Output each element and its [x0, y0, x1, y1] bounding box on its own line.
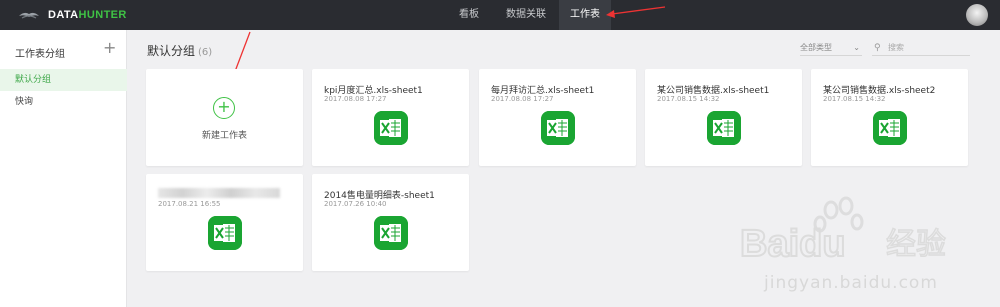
new-worksheet-card[interactable]: + 新建工作表	[146, 69, 303, 166]
worksheet-card[interactable]: 2014售电量明细表-sheet1 2017.07.26 10:40	[312, 174, 469, 271]
search-input[interactable]: ⚲ 搜索	[872, 40, 970, 56]
excel-icon	[374, 216, 408, 250]
add-icon: +	[213, 97, 235, 119]
logo[interactable]: DATAHUNTER	[18, 7, 127, 23]
top-bar: DATAHUNTER 看板 数据关联 工作表	[0, 0, 1000, 30]
sidebar-title: 工作表分组	[15, 49, 65, 60]
type-filter-select[interactable]: 全部类型 ⌄	[800, 40, 862, 56]
excel-icon	[541, 111, 575, 145]
worksheet-card[interactable]: 2017.08.21 16:55	[146, 174, 303, 271]
worksheet-date: 2017.08.21 16:55	[158, 200, 221, 208]
new-worksheet-label: 新建工作表	[201, 131, 247, 141]
blurred-title	[158, 188, 280, 198]
group-count: (6)	[198, 47, 213, 58]
excel-icon	[208, 216, 242, 250]
worksheet-card[interactable]: 某公司销售数据.xls-sheet2 2017.08.15 14:32	[811, 69, 968, 166]
plus-icon[interactable]: +	[103, 40, 116, 56]
worksheet-date: 2017.08.08 17:27	[324, 95, 387, 103]
search-icon: ⚲	[874, 43, 881, 53]
worksheet-date: 2017.07.26 10:40	[324, 200, 387, 208]
chevron-down-icon: ⌄	[853, 43, 860, 52]
worksheet-card[interactable]: 某公司销售数据.xls-sheet1 2017.08.15 14:32	[645, 69, 802, 166]
nav-worksheet[interactable]: 工作表	[559, 0, 611, 30]
nav-dashboard[interactable]: 看板	[446, 0, 492, 30]
worksheet-date: 2017.08.08 17:27	[491, 95, 554, 103]
nav-data-relation[interactable]: 数据关联	[500, 0, 552, 30]
worksheet-date: 2017.08.15 14:32	[823, 95, 886, 103]
sidebar-item-default-group[interactable]: 默认分组	[0, 69, 127, 91]
watermark-brand: Baidu	[740, 223, 846, 265]
sidebar: 工作表分组 + 默认分组 快询	[0, 30, 127, 307]
excel-icon	[374, 111, 408, 145]
worksheet-card[interactable]: 每月拜访汇总.xls-sheet1 2017.08.08 17:27	[479, 69, 636, 166]
excel-icon	[873, 111, 907, 145]
baidu-watermark: Baidu 经验 jingyan.baidu.com	[739, 196, 947, 293]
excel-icon	[707, 111, 741, 145]
watermark-url: jingyan.baidu.com	[763, 273, 938, 293]
sidebar-item-quick[interactable]: 快询	[0, 91, 127, 113]
worksheet-card[interactable]: kpi月度汇总.xls-sheet1 2017.08.08 17:27	[312, 69, 469, 166]
logo-icon	[19, 12, 39, 19]
watermark-text: 经验	[886, 227, 946, 262]
worksheet-date: 2017.08.15 14:32	[657, 95, 720, 103]
brand-name: DATAHUNTER	[48, 9, 127, 21]
avatar[interactable]	[966, 4, 988, 26]
page-title: 默认分组 (6)	[147, 44, 213, 58]
